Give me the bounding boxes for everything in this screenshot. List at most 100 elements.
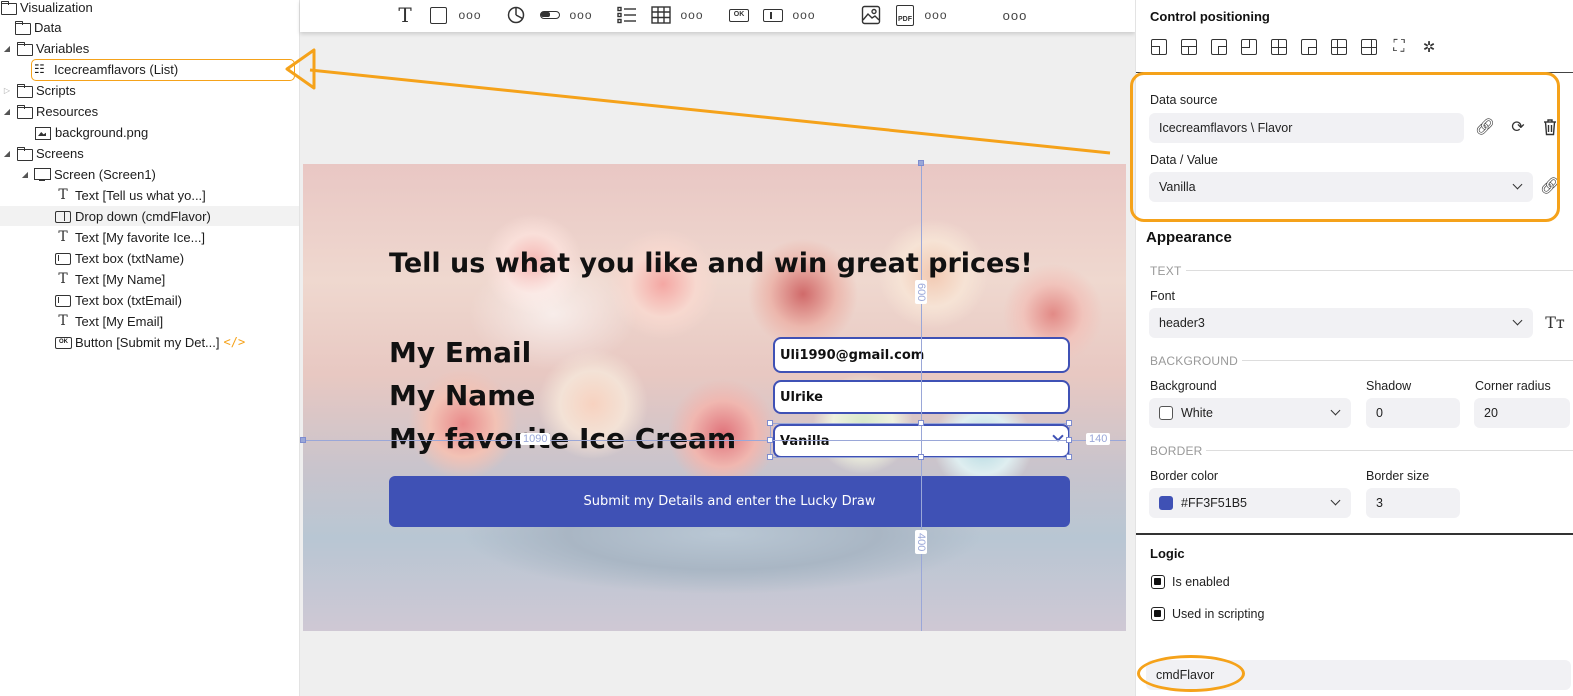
- guide-anchor-top[interactable]: [918, 160, 924, 166]
- expand-caret-icon[interactable]: ◢: [20, 170, 30, 179]
- tree-item-data[interactable]: Data: [14, 17, 61, 37]
- corner-radius-field[interactable]: 20: [1474, 398, 1570, 428]
- pdf-tool-icon[interactable]: PDF: [894, 4, 916, 26]
- screen-heading[interactable]: Tell us what you like and win great pric…: [389, 248, 1033, 279]
- flavor-dropdown-value: Vanilla: [780, 433, 830, 449]
- more-media-icon[interactable]: ooo: [924, 4, 947, 26]
- textbox-icon: [55, 293, 71, 307]
- tree-item-label: Text box (txtName): [75, 250, 185, 266]
- tree-item-resources[interactable]: ◢ Resources: [2, 101, 98, 121]
- font-size-icon[interactable]: Tт: [1543, 313, 1567, 332]
- used-in-scripting-checkbox[interactable]: [1151, 607, 1165, 621]
- vertical-guide: [921, 164, 922, 631]
- border-color-label: Border color: [1150, 469, 1219, 483]
- guide-anchor-left[interactable]: [300, 437, 306, 443]
- collapse-caret-icon[interactable]: ▷: [2, 86, 12, 95]
- align-center-icon[interactable]: [1271, 39, 1287, 55]
- resize-handle[interactable]: [1066, 420, 1072, 426]
- more-charts-icon[interactable]: ooo: [569, 4, 592, 26]
- expand-caret-icon[interactable]: ◢: [2, 107, 12, 116]
- appearance-title: Appearance: [1146, 229, 1232, 246]
- border-color-select[interactable]: #FF3F51B5: [1149, 488, 1351, 518]
- control-name-highlight: [1137, 655, 1245, 692]
- table-tool-icon[interactable]: [650, 4, 672, 26]
- shadow-label: Shadow: [1366, 379, 1412, 393]
- used-in-scripting-label: Used in scripting: [1172, 607, 1265, 621]
- border-size-label: Border size: [1366, 469, 1430, 483]
- resize-handle[interactable]: [767, 437, 773, 443]
- tree-item-textbox-txtemail[interactable]: Text box (txtEmail): [55, 290, 182, 310]
- align-top-center-icon[interactable]: [1181, 39, 1197, 55]
- tree-item-button-submit[interactable]: Button [Submit my Det...] </>: [55, 332, 245, 352]
- pie-chart-tool-icon[interactable]: [506, 4, 526, 26]
- font-selected: header3: [1159, 316, 1205, 330]
- rectangle-tool-icon[interactable]: [428, 4, 448, 26]
- background-select[interactable]: White: [1149, 398, 1351, 428]
- tree-item-label: Screens: [36, 145, 84, 161]
- progress-tool-icon[interactable]: [539, 4, 561, 26]
- button-tool-icon[interactable]: OK: [728, 4, 750, 26]
- list-tool-icon[interactable]: [616, 4, 638, 26]
- more-shapes-icon[interactable]: ooo: [458, 4, 481, 26]
- image-tool-icon[interactable]: [860, 4, 882, 26]
- expand-caret-icon[interactable]: ◢: [2, 149, 12, 158]
- name-label[interactable]: My Name: [389, 379, 535, 412]
- text-icon: T: [58, 229, 68, 245]
- align-middle-right-icon[interactable]: [1361, 39, 1377, 55]
- stretch-icon[interactable]: ⛶: [1390, 38, 1408, 56]
- tree-item-icecreamflavors[interactable]: ☷ Icecreamflavors (List): [34, 59, 178, 79]
- monitor-icon: [34, 167, 51, 181]
- logic-title: Logic: [1150, 546, 1185, 561]
- resize-handle[interactable]: [918, 454, 924, 460]
- tree-item-dropdown-cmdflavor[interactable]: Drop down (cmdFlavor): [0, 206, 299, 226]
- align-bottom-right-icon[interactable]: [1301, 39, 1317, 55]
- tree-item-text-myemail[interactable]: T Text [My Email]: [55, 311, 163, 331]
- border-size-field[interactable]: 3: [1366, 488, 1460, 518]
- resize-handle[interactable]: [1066, 437, 1072, 443]
- resize-handle[interactable]: [767, 454, 773, 460]
- shadow-field[interactable]: 0: [1366, 398, 1460, 428]
- tree-item-visualization[interactable]: Visualization: [0, 0, 93, 17]
- submit-button[interactable]: Submit my Details and enter the Lucky Dr…: [389, 476, 1070, 527]
- screen-preview[interactable]: Tell us what you like and win great pric…: [303, 164, 1126, 631]
- data-source-highlight: [1130, 72, 1560, 222]
- tree-item-text-favorite[interactable]: T Text [My favorite Ice...]: [55, 227, 205, 247]
- is-enabled-checkbox[interactable]: [1151, 575, 1165, 589]
- expand-caret-icon[interactable]: ◢: [2, 44, 12, 53]
- tree-item-label: Scripts: [36, 82, 76, 98]
- align-top-left-icon[interactable]: [1151, 39, 1167, 55]
- text-section-header: TEXT: [1150, 264, 1182, 278]
- tree-item-background-png[interactable]: background.png: [35, 122, 148, 142]
- text-tool-icon[interactable]: T: [395, 3, 415, 27]
- resize-handle[interactable]: [918, 420, 924, 426]
- list-icon: ☷: [34, 62, 45, 76]
- toolbar-overflow-icon[interactable]: ooo: [1003, 4, 1027, 26]
- flavor-label[interactable]: My favorite Ice Cream: [389, 422, 736, 455]
- tree-item-text-heading[interactable]: T Text [Tell us what yo...]: [55, 185, 205, 205]
- align-top-right-icon[interactable]: [1211, 39, 1227, 55]
- tree-item-scripts[interactable]: ▷ Scripts: [2, 80, 76, 100]
- align-bottom-left-icon[interactable]: [1241, 39, 1257, 55]
- tree-item-variables[interactable]: ◢ Variables: [2, 38, 89, 58]
- tree-item-text-myname[interactable]: T Text [My Name]: [55, 269, 165, 289]
- tree-item-textbox-txtname[interactable]: Text box (txtName): [55, 248, 184, 268]
- tree-item-label: Text [My Name]: [75, 271, 166, 287]
- textbox-tool-icon[interactable]: [762, 4, 784, 26]
- font-label: Font: [1150, 289, 1176, 303]
- more-data-icon[interactable]: ooo: [680, 4, 703, 26]
- text-icon: T: [58, 313, 68, 329]
- project-tree: Visualization Data ◢ Variables ☷ Icecrea…: [0, 0, 300, 696]
- script-code-icon[interactable]: </>: [224, 335, 246, 349]
- tree-item-label: Text [My Email]: [75, 313, 164, 329]
- tree-item-screen1[interactable]: ◢ Screen (Screen1): [20, 164, 156, 184]
- fit-icon[interactable]: ✲: [1420, 38, 1438, 56]
- font-select[interactable]: header3: [1149, 308, 1533, 338]
- more-input-icon[interactable]: ooo: [792, 4, 815, 26]
- tree-item-label: background.png: [55, 124, 149, 140]
- resize-handle[interactable]: [1066, 454, 1072, 460]
- email-label[interactable]: My Email: [389, 336, 531, 369]
- tree-item-screens[interactable]: ◢ Screens: [2, 143, 84, 163]
- resize-handle[interactable]: [767, 420, 773, 426]
- background-section-header: BACKGROUND: [1150, 354, 1239, 368]
- align-middle-left-icon[interactable]: [1331, 39, 1347, 55]
